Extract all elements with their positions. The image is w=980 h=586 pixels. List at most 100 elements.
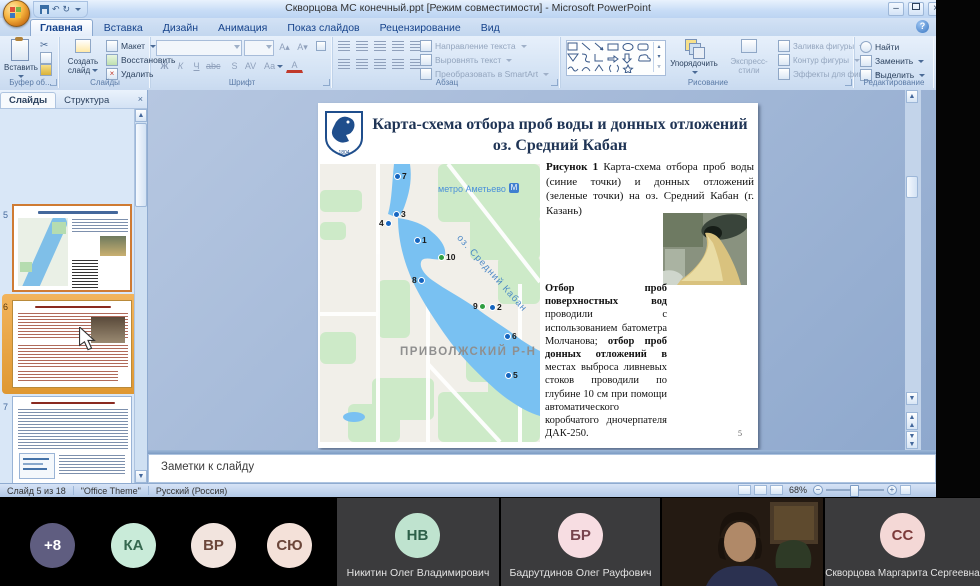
shapes-gallery[interactable]: ▴▾▿ (566, 40, 666, 76)
copy-icon (40, 52, 52, 64)
tab-view[interactable]: Вид (472, 20, 509, 36)
fit-to-window-button[interactable] (900, 485, 911, 495)
scroll-thumb[interactable] (135, 123, 147, 207)
participant-tile-badrutdinov[interactable]: БР Бадрутдинов Олег Рауфович (501, 498, 660, 586)
scroll-down-icon[interactable]: ▼ (906, 392, 918, 405)
copy-button[interactable] (40, 52, 52, 64)
scroll-up-icon[interactable]: ▲ (906, 90, 918, 103)
notes-placeholder: Заметки к слайду (161, 461, 254, 473)
tab-outline[interactable]: Структура (56, 93, 117, 108)
slide-thumbnail-7[interactable] (12, 396, 132, 484)
shape-outline-button[interactable]: Контур фигуры (778, 54, 860, 66)
overflow-participants-avatar[interactable]: +8 (30, 523, 75, 568)
map-graphic (320, 164, 540, 442)
university-logo: 1804 (324, 110, 364, 158)
format-painter-button[interactable] (40, 64, 52, 76)
group-drawing: ▴▾▿ Упорядочить Экспресс-стили Заливка ф… (562, 37, 855, 88)
participant-avatar[interactable]: КА (111, 523, 156, 568)
clear-formatting-button[interactable] (312, 40, 329, 55)
shrink-font-button[interactable]: А▾ (294, 40, 311, 55)
language-indicator[interactable]: Русский (Россия) (149, 486, 234, 496)
scroll-thumb[interactable] (906, 176, 918, 198)
tab-review[interactable]: Рецензирование (371, 20, 470, 36)
normal-view-button[interactable] (738, 485, 751, 495)
replace-icon (860, 55, 872, 67)
tab-design[interactable]: Дизайн (154, 20, 207, 36)
align-center-icon[interactable] (356, 59, 368, 69)
tab-home[interactable]: Главная (30, 19, 93, 36)
participant-tile-nikitin[interactable]: НВ Никитин Олег Владимирович (337, 498, 499, 586)
replace-button[interactable]: Заменить (860, 55, 924, 67)
italic-button[interactable]: К (172, 59, 189, 74)
participant-avatar[interactable]: ВР (191, 523, 236, 568)
previous-slide-button[interactable]: ▲▲ (906, 412, 918, 430)
slide-thumbnail-6[interactable] (12, 300, 132, 388)
notes-pane[interactable]: Заметки к слайду (148, 454, 936, 483)
align-right-icon[interactable] (374, 59, 386, 69)
layout-button[interactable]: Макет (106, 40, 156, 52)
shape-fill-button[interactable]: Заливка фигуры (778, 40, 865, 52)
align-left-icon[interactable] (338, 59, 350, 69)
quick-styles-button[interactable]: Экспресс-стили (722, 38, 776, 75)
shapes-scroll[interactable]: ▴▾▿ (653, 42, 664, 72)
numbering-icon[interactable] (356, 41, 368, 51)
tab-animation[interactable]: Анимация (209, 20, 276, 36)
panel-scrollbar[interactable]: ▲ ▼ (134, 109, 147, 483)
scroll-down-icon[interactable]: ▼ (135, 470, 147, 483)
zoom-in-button[interactable]: + (887, 485, 897, 495)
restore-button[interactable] (908, 2, 924, 16)
text-direction-button[interactable]: Направление текста (420, 40, 527, 52)
tab-insert[interactable]: Вставка (95, 20, 152, 36)
font-color-button[interactable]: А (286, 59, 303, 73)
arrange-button[interactable]: Упорядочить (668, 38, 720, 77)
cut-button[interactable]: ✂ (40, 40, 48, 51)
find-button[interactable]: Найти (860, 41, 899, 53)
bold-button[interactable]: Ж (156, 59, 173, 74)
find-icon (860, 41, 872, 53)
clipboard-dialog-launcher[interactable] (50, 79, 57, 86)
increase-indent-icon[interactable] (392, 41, 404, 51)
slide-sorter-view-button[interactable] (754, 485, 767, 495)
align-text-button[interactable]: Выровнять текст (420, 54, 512, 66)
paragraph-dialog-launcher[interactable] (551, 79, 558, 86)
next-slide-button[interactable]: ▼▼ (906, 431, 918, 449)
scroll-up-icon[interactable]: ▲ (135, 109, 147, 122)
character-spacing-button[interactable]: AV (242, 59, 259, 74)
district-label: ПРИВОЛЖСКИЙ Р-Н (400, 346, 536, 358)
grow-font-button[interactable]: А▴ (276, 40, 293, 55)
change-case-button[interactable]: Аа (262, 59, 285, 74)
drawing-dialog-launcher[interactable] (845, 79, 852, 86)
slide-canvas[interactable]: 1804 Карта-схема отбора проб воды и донн… (318, 103, 758, 448)
justify-icon[interactable] (392, 59, 404, 69)
font-size-combo[interactable] (244, 40, 274, 56)
paste-button[interactable]: Вставить (4, 38, 36, 81)
font-dialog-launcher[interactable] (323, 79, 330, 86)
tab-slideshow[interactable]: Показ слайдов (278, 20, 368, 36)
zoom-slider-thumb[interactable] (850, 485, 859, 497)
participant-tile-skvortsova[interactable]: СС Скворцова Маргарита Сергеевна (825, 498, 980, 586)
panel-close-icon[interactable]: × (138, 94, 143, 104)
tab-slides[interactable]: Слайды (0, 92, 56, 108)
font-name-combo[interactable] (156, 40, 242, 56)
text-shadow-button[interactable]: S (226, 59, 243, 74)
participant-video-tile[interactable] (662, 498, 823, 586)
minimize-button[interactable]: – (888, 2, 904, 16)
slideshow-view-button[interactable] (770, 485, 783, 495)
office-button[interactable] (3, 0, 30, 27)
group-font: А▴ А▾ Ж К Ч abc S AV Аа А Шрифт (152, 37, 333, 88)
ribbon-tab-row: Главная Вставка Дизайн Анимация Показ сл… (0, 18, 936, 36)
bullets-icon[interactable] (338, 41, 350, 51)
underline-button[interactable]: Ч (188, 59, 205, 74)
editor-scrollbar[interactable]: ▲ ▼ ▲▲ ▼▼ (905, 90, 921, 450)
group-editing: Найти Заменить Выделить Редактирование (854, 37, 934, 88)
new-slide-button[interactable]: Создать слайд (62, 38, 104, 75)
participant-avatar[interactable]: СЮ (267, 523, 312, 568)
zoom-slider[interactable] (826, 489, 884, 491)
zoom-out-button[interactable]: − (813, 485, 823, 495)
strikethrough-button[interactable]: abc (204, 59, 223, 74)
slide-thumbnail-5[interactable] (12, 204, 132, 292)
decrease-indent-icon[interactable] (374, 41, 386, 51)
sample-point: 3 (394, 209, 406, 219)
arrange-icon (685, 39, 703, 57)
help-button[interactable]: ? (916, 20, 929, 33)
